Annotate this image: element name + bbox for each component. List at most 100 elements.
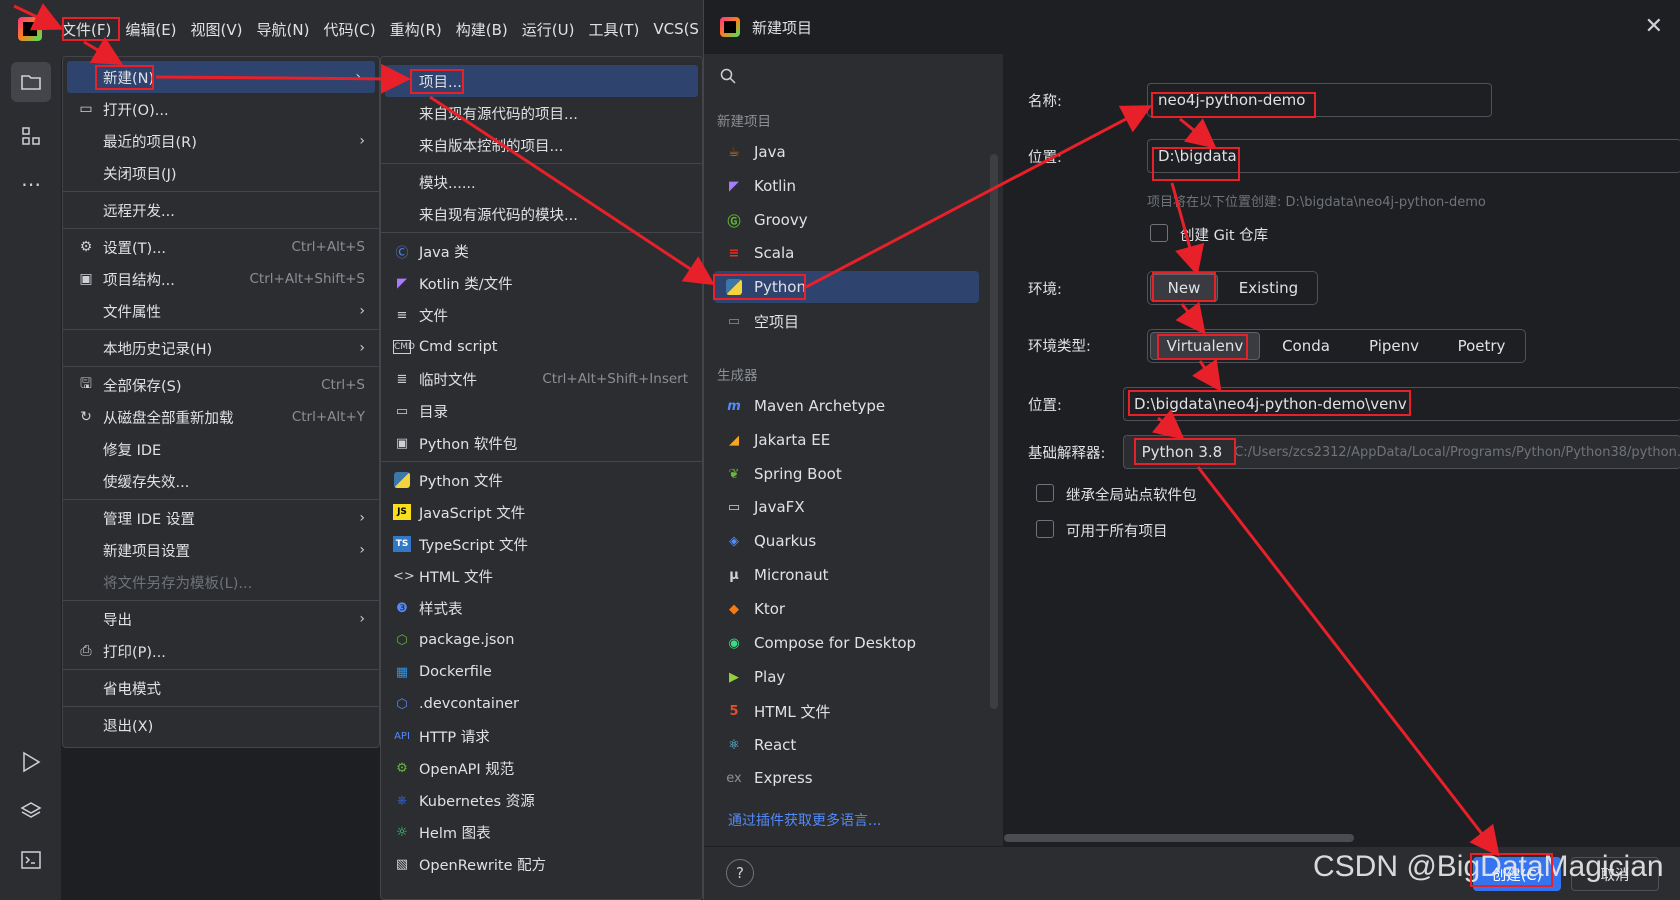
venv-location-input[interactable]: D:\bigdata\neo4j-python-demo\venv [1123, 387, 1680, 421]
new-helm-chart[interactable]: ☼ Helm 图表 [381, 816, 702, 848]
new-javascript-file[interactable]: JS JavaScript 文件 [381, 496, 702, 528]
file-icon: ≡ [396, 307, 408, 323]
menu-run[interactable]: 运行(U) [515, 19, 582, 40]
file-menu-reload-all[interactable]: ↻ 从磁盘全部重新加载 Ctrl+Alt+Y [63, 401, 379, 433]
new-kubernetes-resource[interactable]: ⎈ Kubernetes 资源 [381, 784, 702, 816]
new-project-from-vcs[interactable]: 来自版本控制的项目... [381, 129, 702, 161]
gen-maven-archetype[interactable]: m Maven Archetype [714, 390, 979, 422]
new-openapi-spec[interactable]: ⚙ OpenAPI 规范 [381, 752, 702, 784]
divider [63, 366, 379, 367]
new-typescript-file[interactable]: TS TypeScript 文件 [381, 528, 702, 560]
structure-icon[interactable] [11, 116, 51, 156]
file-menu-invalidate-caches[interactable]: 使缓存失效... [63, 465, 379, 497]
new-project-from-sources[interactable]: 来自现有源代码的项目... [381, 97, 702, 129]
create-git-checkbox[interactable] [1150, 224, 1168, 242]
gen-play[interactable]: ▶ Play [714, 661, 979, 693]
menu-view[interactable]: 视图(V) [184, 19, 250, 40]
file-menu-project-structure[interactable]: ▣ 项目结构... Ctrl+Alt+Shift+S [63, 263, 379, 295]
menu-navigate[interactable]: 导航(N) [250, 19, 317, 40]
gen-express[interactable]: ex Express [714, 762, 979, 794]
available-all-projects-checkbox[interactable] [1036, 520, 1054, 538]
inherit-site-packages-checkbox[interactable] [1036, 484, 1054, 502]
menu-file[interactable]: 文件(F) [54, 19, 118, 40]
get-more-languages-link[interactable]: 通过插件获取更多语言... [728, 810, 881, 830]
new-openrewrite-recipe[interactable]: ▧ OpenRewrite 配方 [381, 848, 702, 880]
project-folder-icon[interactable] [11, 62, 51, 102]
new-module-from-sources[interactable]: 来自现有源代码的模块... [381, 198, 702, 230]
menu-refactor[interactable]: 重构(R) [383, 19, 449, 40]
list-scrollbar[interactable] [990, 154, 998, 709]
file-menu-export[interactable]: 导出 › [63, 603, 379, 635]
gen-quarkus[interactable]: ◈ Quarkus [714, 525, 979, 557]
menu-vcs[interactable]: VCS(S [646, 20, 706, 38]
search-icon[interactable] [720, 68, 736, 88]
env-type-conda[interactable]: Conda [1262, 330, 1350, 362]
new-scratch-file[interactable]: ≣ 临时文件 Ctrl+Alt+Shift+Insert [381, 363, 702, 395]
terminal-icon[interactable] [11, 840, 51, 880]
file-menu-save-all[interactable]: 🖫 全部保存(S) Ctrl+S [63, 369, 379, 401]
gen-react[interactable]: ⚛ React [714, 729, 979, 761]
lang-empty-project[interactable]: ▭ 空项目 [714, 305, 979, 337]
new-dockerfile[interactable]: ▦ Dockerfile [381, 656, 702, 688]
file-menu-new[interactable]: 新建(N) › [67, 61, 375, 93]
new-html-file[interactable]: <> HTML 文件 [381, 560, 702, 592]
new-project-item[interactable]: 项目... [385, 65, 698, 97]
gen-jakarta-ee[interactable]: ◢ Jakarta EE [714, 424, 979, 456]
env-existing-option[interactable]: Existing [1220, 272, 1317, 304]
help-icon[interactable]: ? [726, 859, 754, 887]
new-stylesheet[interactable]: ❸ 样式表 [381, 592, 702, 624]
gen-compose-desktop[interactable]: ◉ Compose for Desktop [714, 627, 979, 659]
new-python-file[interactable]: Python 文件 [381, 464, 702, 496]
file-menu-file-properties[interactable]: 文件属性 › [63, 295, 379, 327]
lang-java[interactable]: ☕ Java [714, 136, 979, 168]
file-menu-open[interactable]: ▭ 打开(O)... [63, 93, 379, 125]
gen-spring-boot[interactable]: ❦ Spring Boot [714, 458, 979, 490]
new-directory[interactable]: ▭ 目录 [381, 395, 702, 427]
file-menu-power-save[interactable]: 省电模式 [63, 672, 379, 704]
new-java-class[interactable]: Ⓒ Java 类 [381, 235, 702, 267]
file-menu-manage-ide-settings[interactable]: 管理 IDE 设置 › [63, 502, 379, 534]
new-module[interactable]: 模块...... [381, 166, 702, 198]
new-python-package[interactable]: ▣ Python 软件包 [381, 427, 702, 459]
env-new-option[interactable]: New [1150, 274, 1218, 302]
lang-scala[interactable]: ≡ Scala [714, 237, 979, 269]
lang-python[interactable]: Python [714, 271, 979, 303]
menu-build[interactable]: 构建(B) [449, 19, 515, 40]
new-http-request[interactable]: API HTTP 请求 [381, 720, 702, 752]
new-devcontainer[interactable]: ⬡ .devcontainer [381, 688, 702, 720]
project-location-input[interactable]: D:\bigdata [1147, 139, 1680, 173]
run-icon[interactable] [11, 742, 51, 782]
java-icon: ☕ [728, 144, 740, 160]
project-name-input[interactable]: neo4j-python-demo [1147, 83, 1492, 117]
env-type-virtualenv[interactable]: Virtualenv [1150, 332, 1260, 360]
file-menu-remote-dev[interactable]: 远程开发... [63, 194, 379, 226]
env-type-poetry[interactable]: Poetry [1438, 330, 1525, 362]
file-menu-print[interactable]: ⎙ 打印(P)... [63, 635, 379, 667]
file-menu-settings[interactable]: ⚙ 设置(T)... Ctrl+Alt+S [63, 231, 379, 263]
layers-icon[interactable] [11, 791, 51, 831]
new-file[interactable]: ≡ 文件 [381, 299, 702, 331]
lang-kotlin[interactable]: ◤ Kotlin [714, 170, 979, 202]
file-menu-repair-ide[interactable]: 修复 IDE [63, 433, 379, 465]
new-kotlin-file[interactable]: ◤ Kotlin 类/文件 [381, 267, 702, 299]
gen-javafx[interactable]: ▭ JavaFX [714, 491, 979, 523]
more-icon[interactable]: ⋯ [11, 164, 51, 204]
file-menu-close-project[interactable]: 关闭项目(J) [63, 157, 379, 189]
lang-groovy[interactable]: Ⓖ Groovy [714, 204, 979, 236]
file-menu-exit[interactable]: 退出(X) [63, 709, 379, 741]
file-menu-recent-projects[interactable]: 最近的项目(R) › [63, 125, 379, 157]
new-cmd-script[interactable]: CMD Cmd script [381, 331, 702, 363]
menu-code[interactable]: 代码(C) [316, 19, 382, 40]
file-menu-local-history[interactable]: 本地历史记录(H) › [63, 332, 379, 364]
new-package-json[interactable]: ⬡ package.json [381, 624, 702, 656]
gen-html-file[interactable]: 5 HTML 文件 [714, 695, 979, 727]
close-icon[interactable]: ✕ [1645, 14, 1663, 39]
gen-micronaut[interactable]: μ Micronaut [714, 559, 979, 591]
gen-ktor[interactable]: ◆ Ktor [714, 593, 979, 625]
file-menu-new-project-settings[interactable]: 新建项目设置 › [63, 534, 379, 566]
menu-edit[interactable]: 编辑(E) [118, 19, 183, 40]
horizontal-scrollbar[interactable] [1004, 834, 1354, 842]
menu-tools[interactable]: 工具(T) [581, 19, 646, 40]
base-interpreter-select[interactable]: Python 3.8 C:/Users/zcs2312/AppData/Loca… [1123, 435, 1680, 469]
env-type-pipenv[interactable]: Pipenv [1350, 330, 1438, 362]
